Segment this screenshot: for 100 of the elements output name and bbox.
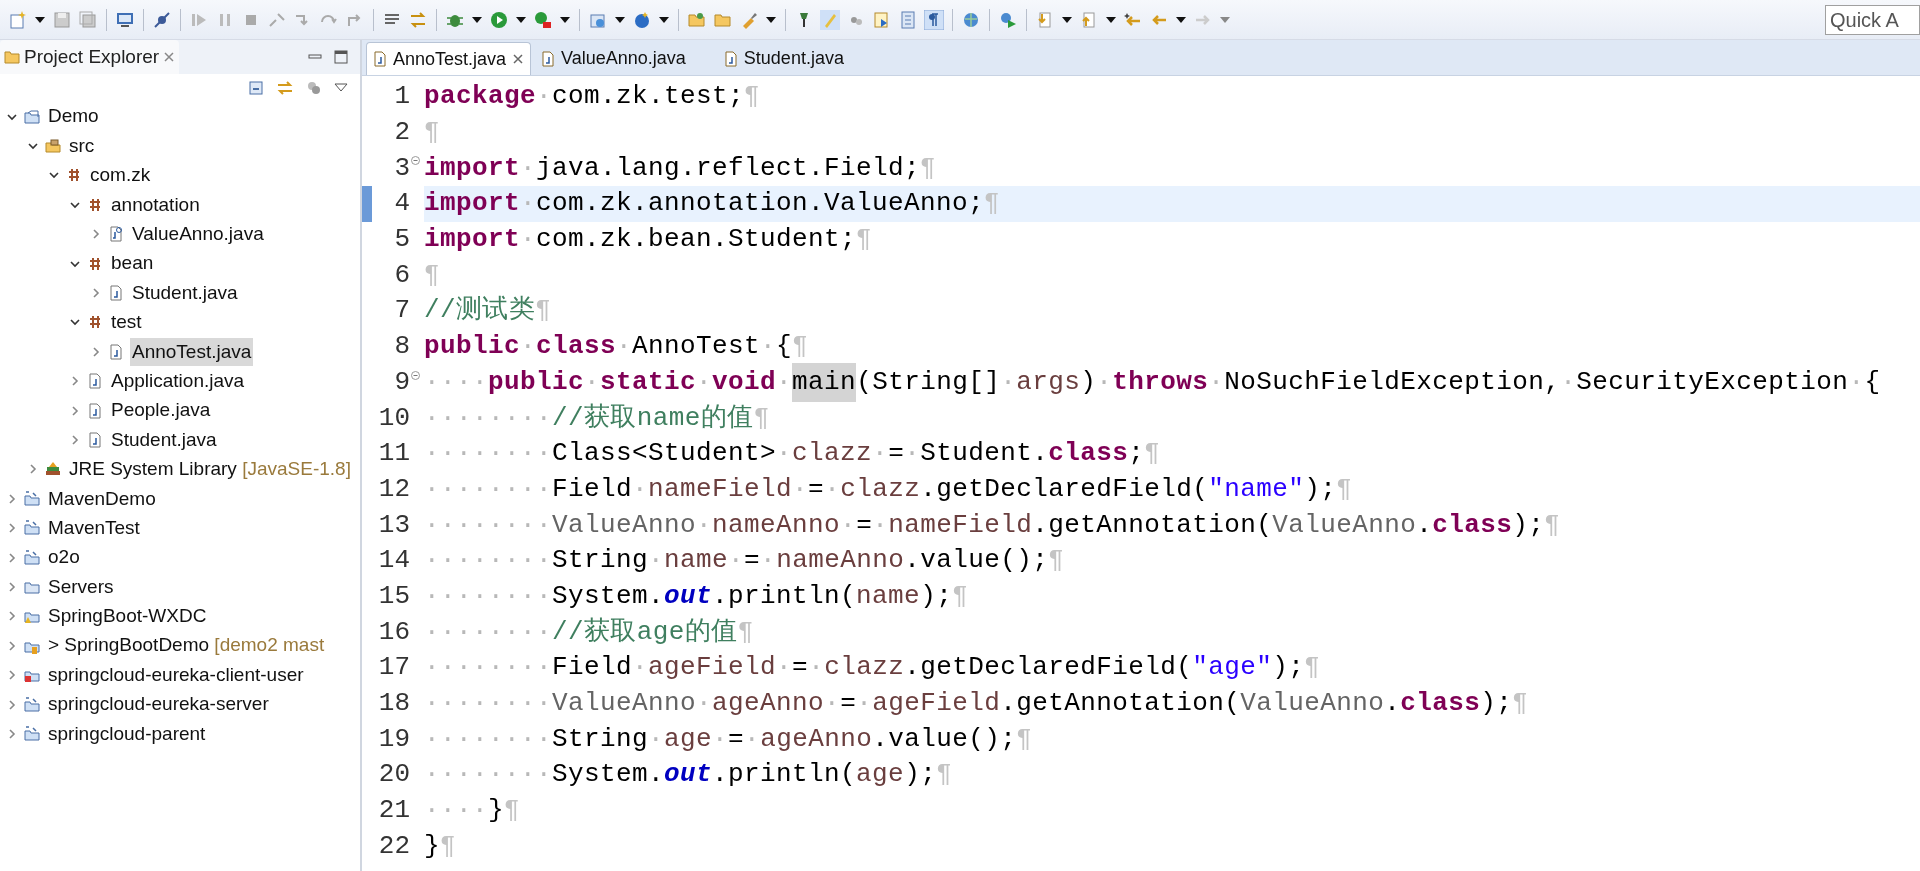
tree-item[interactable]: test (109, 308, 144, 337)
tree-item[interactable]: springcloud-eureka-client-user (46, 660, 306, 690)
collapse-all-icon[interactable] (248, 80, 264, 96)
collapsed-chevron-icon[interactable] (6, 639, 18, 652)
close-icon[interactable] (512, 53, 525, 65)
tree-item[interactable]: Servers (46, 572, 116, 602)
code-line: //测试类¶ (424, 294, 553, 328)
editor-tab[interactable]: ValueAnno.java (535, 42, 714, 75)
tree-item[interactable]: > SpringBootDemo [demo2 mast (46, 631, 327, 660)
package-icon (87, 196, 103, 213)
tree-item[interactable]: Application.java (109, 366, 247, 396)
collapsed-chevron-icon[interactable] (6, 551, 18, 564)
folder-icon (4, 49, 20, 65)
project-folder-icon (24, 725, 40, 742)
code-line: public·class·AnnoTest·{¶ (424, 330, 810, 364)
code-line: ········Field·nameField·=·clazz.getDeclaredField("name");¶ (424, 472, 1354, 506)
dropdown-caret-icon[interactable] (559, 15, 571, 24)
fold-toggle-icon[interactable] (411, 156, 420, 166)
java-file-icon (87, 432, 103, 448)
collapsed-chevron-icon[interactable] (6, 698, 18, 711)
line-number: 14 (377, 544, 410, 578)
code-line: ········String·age·=·ageAnno.value();¶ (424, 722, 1034, 756)
link-arrows-icon[interactable] (276, 80, 294, 96)
line-number: 19 (377, 722, 410, 756)
dropdown-caret-icon[interactable] (765, 15, 777, 24)
collapsed-chevron-icon[interactable] (6, 580, 18, 593)
tree-item[interactable]: MavenTest (46, 513, 142, 543)
dropdown-caret-icon[interactable] (1175, 15, 1187, 24)
tree-item[interactable]: MavenDemo (46, 484, 158, 513)
dropdown-caret-icon[interactable] (471, 15, 483, 24)
project-folder-icon (24, 108, 40, 125)
java-file-icon (108, 285, 124, 302)
tree-item[interactable]: com.zk (88, 161, 153, 190)
line-number: 20 (377, 758, 410, 792)
collapsed-chevron-icon[interactable] (69, 404, 81, 417)
java-file-icon (108, 343, 124, 360)
collapsed-chevron-icon[interactable] (69, 434, 81, 446)
dropdown-caret-icon[interactable] (515, 15, 527, 24)
tree-item[interactable]: bean (109, 249, 156, 278)
tree-item[interactable]: SpringBoot-WXDC (46, 602, 209, 631)
collapsed-chevron-icon[interactable] (6, 522, 18, 535)
view-menu-icon[interactable] (334, 83, 348, 93)
collapsed-chevron-icon[interactable] (27, 463, 39, 476)
tree-item[interactable]: springcloud-eureka-server (46, 690, 271, 719)
tree-item[interactable]: JRE System Library [JavaSE-1.8] (67, 455, 353, 484)
code-line: ········Class<Student>·clazz·=·Student.class;¶ (424, 437, 1162, 471)
line-number: 11 (377, 437, 410, 471)
annotation-file-icon (108, 226, 124, 243)
collapsed-chevron-icon[interactable] (69, 375, 81, 388)
dropdown-caret-icon[interactable] (34, 15, 46, 24)
tree-item[interactable]: o2o (46, 543, 82, 572)
tree-item[interactable]: ValueAnno.java (130, 220, 266, 249)
project-folder-icon (24, 696, 40, 713)
dropdown-caret-icon[interactable] (1061, 15, 1073, 24)
quick-access-field[interactable]: Quick A (1825, 4, 1920, 35)
line-number: 3 (393, 151, 410, 185)
view-tab[interactable]: Project Explorer (0, 40, 180, 74)
editor-tab[interactable]: AnnoTest.java (366, 42, 532, 75)
new-file-icon[interactable] (8, 9, 28, 30)
tree-item[interactable]: Demo (46, 102, 101, 131)
java-file-icon (87, 373, 103, 390)
tree-item[interactable]: Student.java (130, 278, 240, 308)
collapsed-chevron-icon[interactable] (90, 287, 102, 300)
collapsed-chevron-icon[interactable] (6, 492, 18, 505)
collapsed-chevron-icon[interactable] (6, 669, 18, 682)
line-number: 13 (377, 508, 410, 542)
tree-item[interactable]: annotation (109, 190, 202, 220)
close-icon[interactable] (163, 51, 176, 63)
tree-item[interactable]: springcloud-parent (46, 719, 208, 749)
editor-tab[interactable]: Student.java (717, 42, 872, 75)
tree-item[interactable]: src (67, 131, 97, 161)
arrows-icon[interactable] (408, 9, 428, 30)
dropdown-caret-icon[interactable] (1105, 15, 1117, 24)
collapsed-chevron-icon[interactable] (6, 727, 18, 740)
fold-toggle-icon[interactable] (411, 370, 420, 380)
code-line: }¶ (424, 829, 458, 863)
maximize-icon[interactable] (334, 50, 348, 64)
line-number: 15 (377, 579, 410, 613)
view-title: Project Explorer (24, 44, 160, 69)
code-line: ········ValueAnno·ageAnno·=·ageField.getAnnotation(ValueAnno.class);¶ (424, 687, 1530, 721)
line-number: 5 (393, 223, 410, 257)
dropdown-caret-icon[interactable] (614, 15, 626, 24)
project-folder-icon (24, 520, 40, 537)
save-all-icon[interactable] (78, 9, 98, 30)
collapsed-chevron-icon[interactable] (90, 228, 102, 241)
line-number: 6 (393, 258, 410, 292)
collapsed-chevron-icon[interactable] (90, 345, 102, 358)
code-line: ········System.out.println(age);¶ (424, 758, 954, 792)
dropdown-caret-icon[interactable] (658, 15, 670, 24)
pilcrow-icon[interactable] (924, 9, 944, 30)
save-icon[interactable] (52, 9, 72, 30)
collapsed-chevron-icon[interactable] (6, 610, 18, 623)
tree-item[interactable]: AnnoTest.java (130, 337, 254, 367)
java-file-icon (541, 50, 556, 67)
filter-icon[interactable] (306, 80, 322, 96)
tree-item[interactable]: People.java (109, 396, 213, 425)
play-icon[interactable] (489, 9, 509, 30)
code-line: ········Field·ageField·=·clazz.getDeclaredField("age");¶ (424, 651, 1322, 685)
code-line: ········//获取name的值¶ (424, 401, 771, 435)
tree-item[interactable]: Student.java (109, 425, 219, 455)
